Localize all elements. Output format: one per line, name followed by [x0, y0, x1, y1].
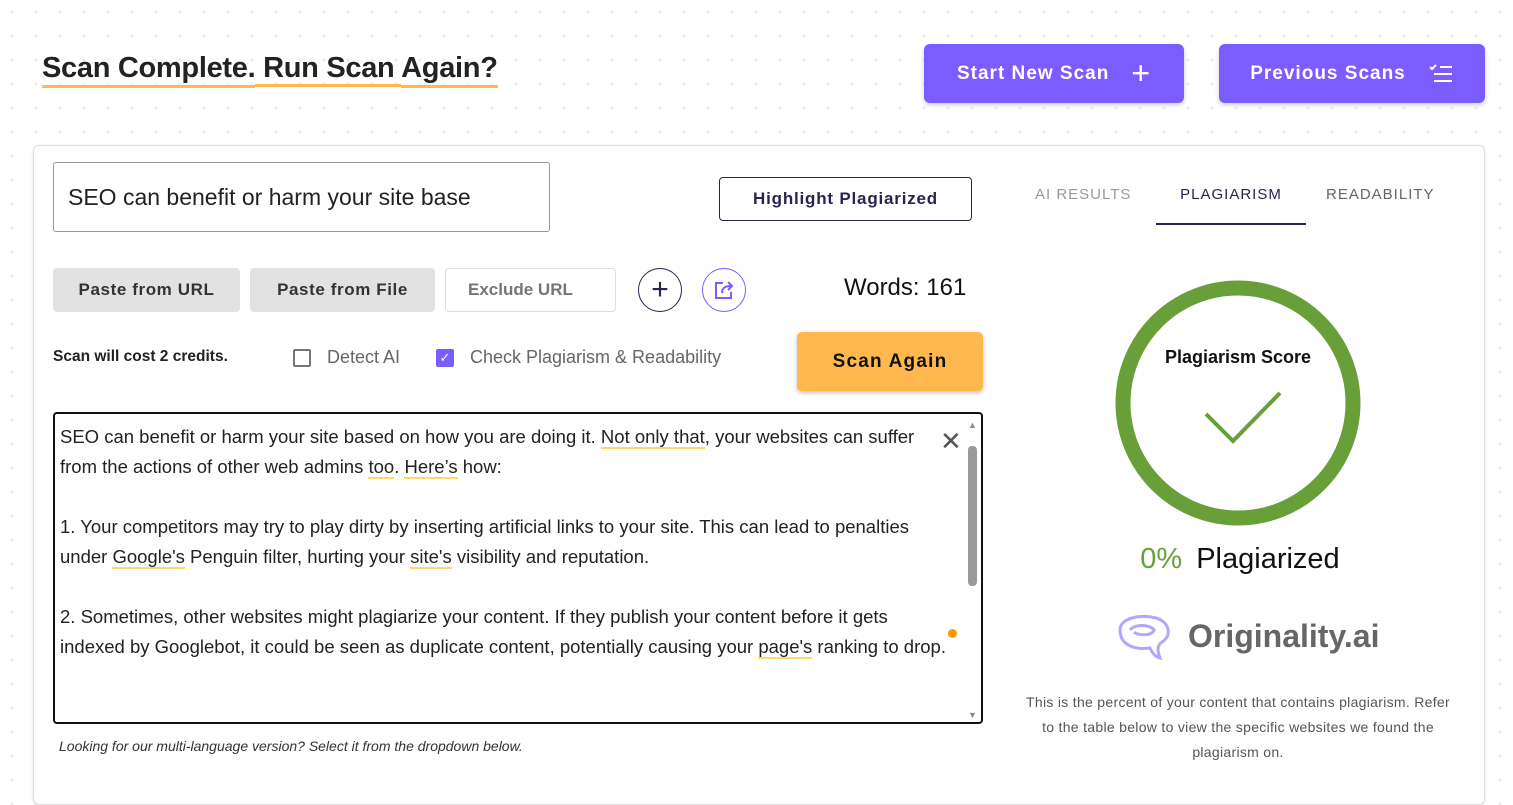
start-new-scan-button[interactable]: Start New Scan + — [924, 44, 1184, 103]
page-title: Scan Complete. Run Scan Again? — [42, 52, 498, 88]
tab-ai-results[interactable]: AI RESULTS — [1035, 186, 1131, 203]
word-count: Words: 161 — [844, 274, 967, 301]
scrollbar[interactable]: ▲ ▼ — [966, 420, 978, 720]
content-textarea[interactable]: SEO can benefit or harm your site based … — [53, 412, 983, 724]
plus-icon: + — [1131, 55, 1151, 91]
status-dot-icon — [948, 629, 957, 638]
highlight-plagiarized-button[interactable]: Highlight Plagiarized — [719, 177, 972, 221]
flagged-phrase[interactable]: Google's — [112, 546, 185, 569]
multi-language-note: Looking for our multi-language version? … — [59, 738, 523, 754]
text-segment: Penguin filter, hurting your — [184, 546, 411, 567]
flagged-phrase[interactable]: site's — [410, 546, 452, 569]
text-segment: SEO can benefit or harm your site based … — [60, 426, 601, 447]
title-input[interactable]: SEO can benefit or harm your site base — [53, 162, 550, 232]
exclude-url-input[interactable] — [445, 268, 616, 312]
paste-from-url-button[interactable]: Paste from URL — [53, 268, 240, 312]
plus-icon: + — [651, 273, 669, 306]
scan-again-button[interactable]: Scan Again — [797, 332, 983, 391]
share-button[interactable] — [702, 268, 746, 312]
checkbox-checked-icon: ✓ — [436, 348, 454, 367]
originality-logo: Originality.ai — [1112, 610, 1379, 662]
share-icon — [715, 281, 734, 299]
check-plagiarism-checkbox[interactable]: ✓ Check Plagiarism & Readability — [436, 347, 721, 368]
checkmark-icon — [1204, 391, 1282, 444]
plagiarism-score-ring — [1115, 280, 1361, 526]
flagged-phrase[interactable]: too — [368, 456, 395, 479]
text-segment: ranking to drop. — [812, 636, 946, 657]
flagged-phrase[interactable]: Here’s — [404, 456, 458, 479]
paste-from-file-button[interactable]: Paste from File — [250, 268, 435, 312]
paragraph: 1. Your competitors may try to play dirt… — [60, 512, 955, 572]
content-text: SEO can benefit or harm your site based … — [60, 422, 955, 692]
checkbox-unchecked-icon — [293, 348, 311, 367]
score-description: This is the percent of your content that… — [1026, 694, 1450, 760]
checklist-icon — [1429, 63, 1452, 82]
flagged-phrase[interactable]: page's — [758, 636, 813, 659]
brain-logo-icon — [1118, 615, 1170, 661]
tab-plagiarism[interactable]: PLAGIARISM — [1156, 186, 1306, 225]
scan-cost: Scan will cost 2 credits. — [53, 348, 228, 365]
flagged-phrase[interactable]: Not only that — [600, 426, 705, 449]
paragraph: 2. Sometimes, other websites might plagi… — [60, 602, 955, 662]
text-segment: how: — [457, 456, 502, 477]
previous-scans-button[interactable]: Previous Scans — [1219, 44, 1485, 103]
add-url-button[interactable]: + — [638, 268, 682, 312]
clear-text-icon[interactable]: ✕ — [940, 428, 962, 454]
detect-ai-checkbox[interactable]: Detect AI — [293, 347, 400, 368]
text-segment: . — [394, 456, 405, 477]
paragraph: SEO can benefit or harm your site based … — [60, 422, 955, 482]
plagiarized-percent: 0% Plagiarized — [1140, 543, 1340, 575]
score-label: Plagiarism Score — [1164, 347, 1312, 367]
text-segment: visibility and reputation. — [451, 546, 650, 567]
tab-readability[interactable]: READABILITY — [1326, 186, 1435, 203]
